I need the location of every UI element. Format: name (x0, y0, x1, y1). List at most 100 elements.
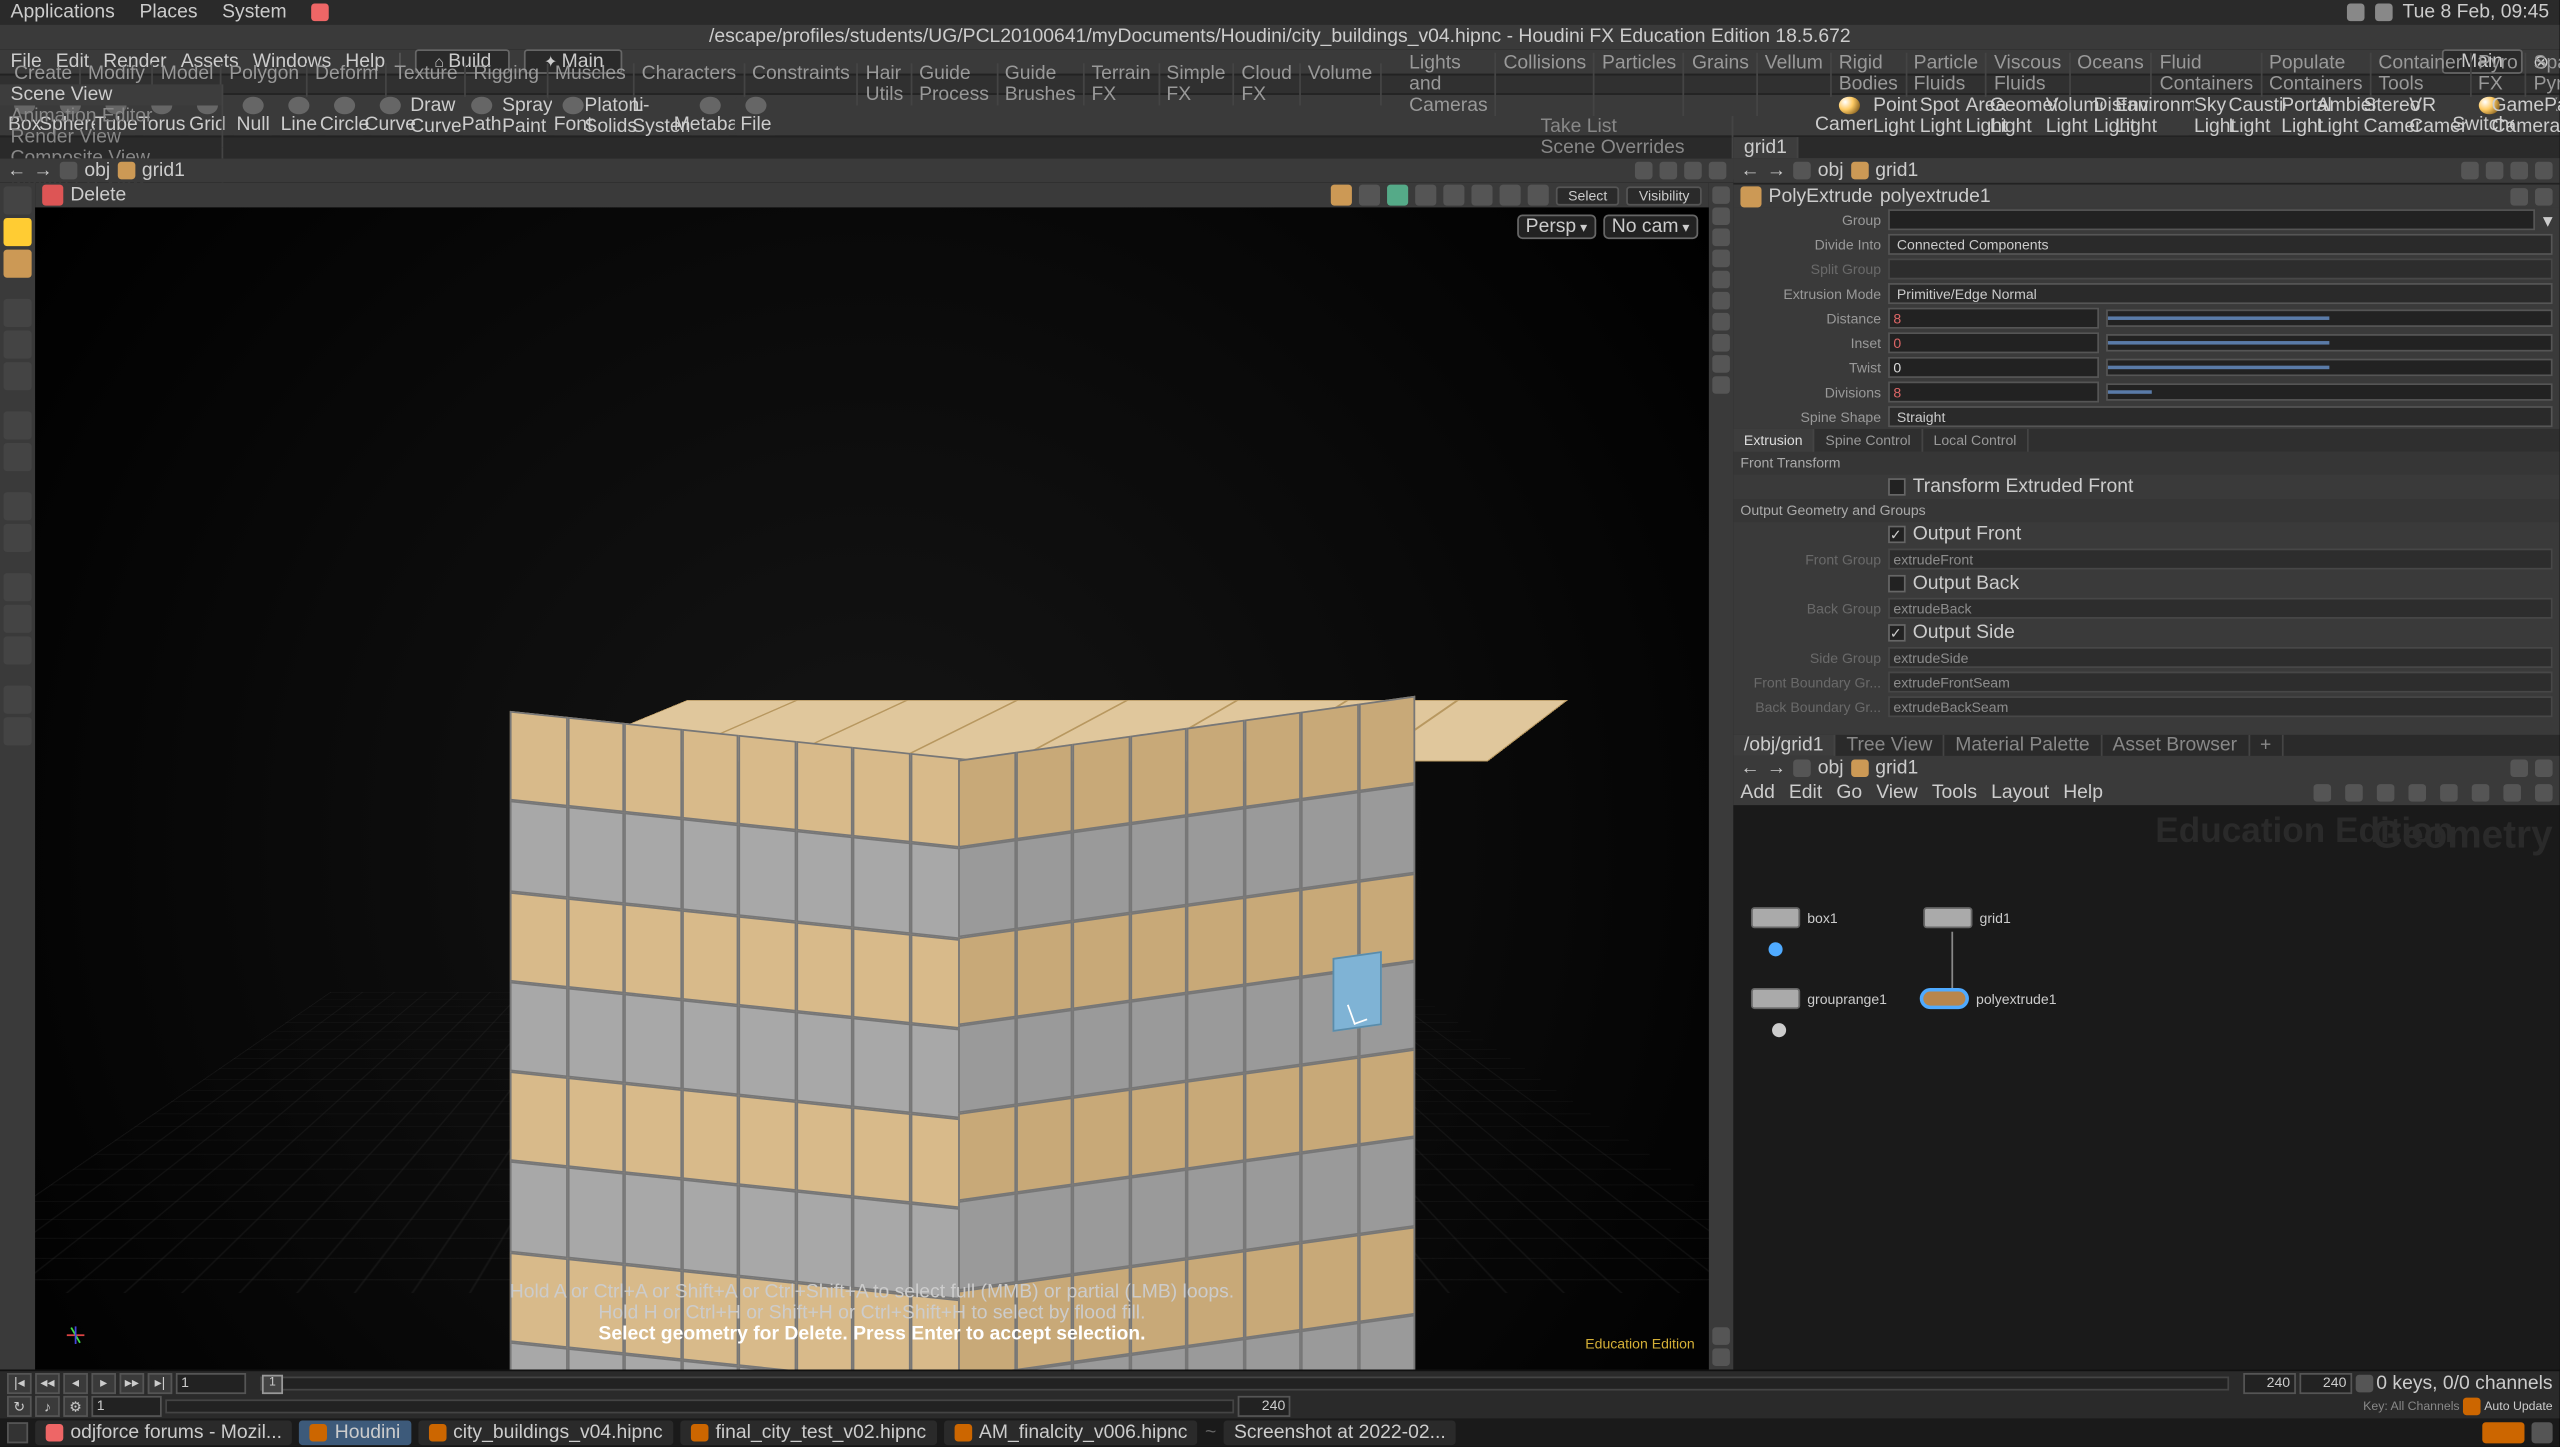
netopt-icon[interactable] (2314, 784, 2332, 802)
range-end-field[interactable]: 240 (2243, 1373, 2296, 1394)
auto-update-label[interactable]: Auto Update (2484, 1401, 2552, 1413)
sel-opt1-icon[interactable] (1443, 185, 1464, 206)
tool-select[interactable] (4, 218, 32, 246)
display-opt-icon[interactable] (1712, 334, 1730, 352)
prev-key-button[interactable]: ◂◂ (35, 1373, 60, 1394)
shelf-tool-gamepad-camera[interactable]: GamePad Camera (2514, 96, 2556, 135)
tool-camera[interactable] (4, 524, 32, 552)
camera-chip[interactable]: No cam ▾ (1603, 214, 1698, 239)
nmenu-help[interactable]: Help (2063, 782, 2103, 803)
pane-tab[interactable]: Scene View (0, 84, 223, 105)
ntab-asset[interactable]: Asset Browser (2102, 735, 2250, 756)
sel-opt2-icon[interactable] (1471, 185, 1492, 206)
next-key-button[interactable]: ▸▸ (120, 1373, 145, 1394)
tool-light[interactable] (4, 492, 32, 520)
path-obj[interactable]: obj (84, 160, 110, 181)
display-opt-icon[interactable] (1712, 1327, 1730, 1345)
autoupdate-icon[interactable] (2463, 1398, 2481, 1416)
chevron-down-icon[interactable]: ▾ (2543, 208, 2553, 231)
sel-opt4-icon[interactable] (1528, 185, 1549, 206)
os-menu-applications[interactable]: Applications (11, 2, 115, 23)
divisions-slider[interactable] (2106, 383, 2553, 401)
shelf-title[interactable]: Collisions (1496, 53, 1595, 116)
last-frame-button[interactable]: ▸| (148, 1373, 173, 1394)
distance-field[interactable]: 8 (1888, 308, 2099, 329)
shelf-tool-null[interactable]: Null (232, 96, 274, 135)
select-menu[interactable]: Select (1556, 185, 1620, 204)
op-name-field[interactable]: polyextrude1 (1880, 185, 2504, 206)
display-opt-icon[interactable] (1712, 1348, 1730, 1366)
tool-lasso[interactable] (4, 250, 32, 278)
tool-snap[interactable] (4, 411, 32, 439)
sel-opt3-icon[interactable] (1500, 185, 1521, 206)
subtab-local[interactable]: Local Control (1923, 429, 2029, 452)
shelf-tool-spot-light[interactable]: Spot Light (1920, 96, 1962, 135)
sel-edges-icon[interactable] (1359, 185, 1380, 206)
display-opt-icon[interactable] (1712, 207, 1730, 225)
tool-move[interactable] (4, 299, 32, 327)
workspace-switcher[interactable] (2482, 1422, 2524, 1443)
current-frame-field[interactable]: 1 (176, 1373, 246, 1394)
audio-button[interactable]: ♪ (35, 1396, 60, 1417)
node-grouprange1[interactable]: grouprange1 (1751, 988, 1887, 1009)
shelf-tool-circle[interactable]: Circle (323, 96, 365, 135)
ntab-material[interactable]: Material Palette (1945, 735, 2102, 756)
range-end2-field[interactable]: 240 (1238, 1396, 1291, 1417)
pin-icon[interactable] (2461, 162, 2479, 180)
tool-snap2[interactable] (4, 443, 32, 471)
maximize-icon[interactable] (2535, 759, 2553, 777)
pane-tab[interactable]: Animation Editor (0, 105, 223, 126)
divideinto-dropdown[interactable]: Connected Components (1888, 234, 2553, 255)
shelf-title[interactable]: Hair Utils (859, 63, 912, 105)
loop-button[interactable]: ↻ (7, 1396, 32, 1417)
flag-icon[interactable] (2510, 187, 2528, 205)
shelf-tool-file[interactable]: File (735, 96, 777, 135)
display-opt-icon[interactable] (1712, 271, 1730, 289)
shelf-title[interactable]: Guide Brushes (998, 63, 1085, 105)
os-menu-places[interactable]: Places (139, 2, 197, 23)
back-icon[interactable]: ← (1740, 160, 1759, 181)
output-front-checkbox[interactable] (1888, 526, 1906, 544)
node-polyextrude1[interactable]: polyextrude1 (1920, 988, 2057, 1009)
netopt-icon[interactable] (2345, 784, 2363, 802)
back-icon[interactable]: ← (1740, 758, 1759, 779)
inset-field[interactable]: 0 (1888, 332, 2099, 353)
shelf-tool-environment-light[interactable]: Environment Light (2148, 96, 2190, 135)
shelf-tool-path[interactable]: Path (461, 96, 503, 135)
task-file3[interactable]: AM_finalcity_v006.hipnc (944, 1420, 1198, 1445)
global-end-field[interactable]: 240 (2299, 1373, 2352, 1394)
path-obj[interactable]: obj (1818, 160, 1844, 181)
twist-field[interactable]: 0 (1888, 357, 2099, 378)
distance-slider[interactable] (2106, 309, 2553, 327)
task-firefox[interactable]: odjforce forums - Mozil... (35, 1420, 292, 1445)
ntab-add[interactable]: + (2249, 735, 2283, 756)
divisions-field[interactable]: 8 (1888, 381, 2099, 402)
display-opt-icon[interactable] (1712, 250, 1730, 268)
nmenu-edit[interactable]: Edit (1789, 782, 1822, 803)
shelf-tool-caustic-light[interactable]: Caustic Light (2240, 96, 2282, 135)
display-opt-icon[interactable] (1712, 376, 1730, 394)
shelf-tool-draw-curve[interactable]: Draw Curve (415, 96, 457, 135)
shelf-title[interactable]: Cloud FX (1234, 63, 1300, 105)
pane-tab[interactable]: Take List (1530, 116, 1733, 137)
npath-grid1[interactable]: grid1 (1875, 758, 1918, 779)
tool-scale[interactable] (4, 362, 32, 390)
persp-chip[interactable]: Persp ▾ (1517, 214, 1596, 239)
shelf-tool-metaball[interactable]: Metaball (689, 96, 731, 135)
trash-icon[interactable] (2532, 1422, 2553, 1443)
output-back-checkbox[interactable] (1888, 575, 1906, 593)
netopt-icon[interactable] (2472, 784, 2490, 802)
pin-icon[interactable] (1635, 162, 1653, 180)
display-opt-icon[interactable] (1712, 292, 1730, 310)
shelf-tool-line[interactable]: Line (278, 96, 320, 135)
netopt-icon[interactable] (2503, 784, 2521, 802)
display-opt-icon[interactable] (1712, 313, 1730, 331)
globe-icon[interactable] (1660, 162, 1678, 180)
shelf-tool-point-light[interactable]: Point Light (1874, 96, 1916, 135)
shelf-tool-camera[interactable]: Camera (1828, 96, 1870, 135)
shelf-title[interactable]: Vellum (1758, 53, 1832, 116)
tool-magnet2[interactable] (4, 605, 32, 633)
subtab-spine[interactable]: Spine Control (1815, 429, 1923, 452)
display-opt-icon[interactable] (1712, 186, 1730, 204)
viewport-canvas[interactable]: Persp ▾ No cam ▾ Hold A or Ctrl+A or Shi… (35, 207, 1709, 1369)
